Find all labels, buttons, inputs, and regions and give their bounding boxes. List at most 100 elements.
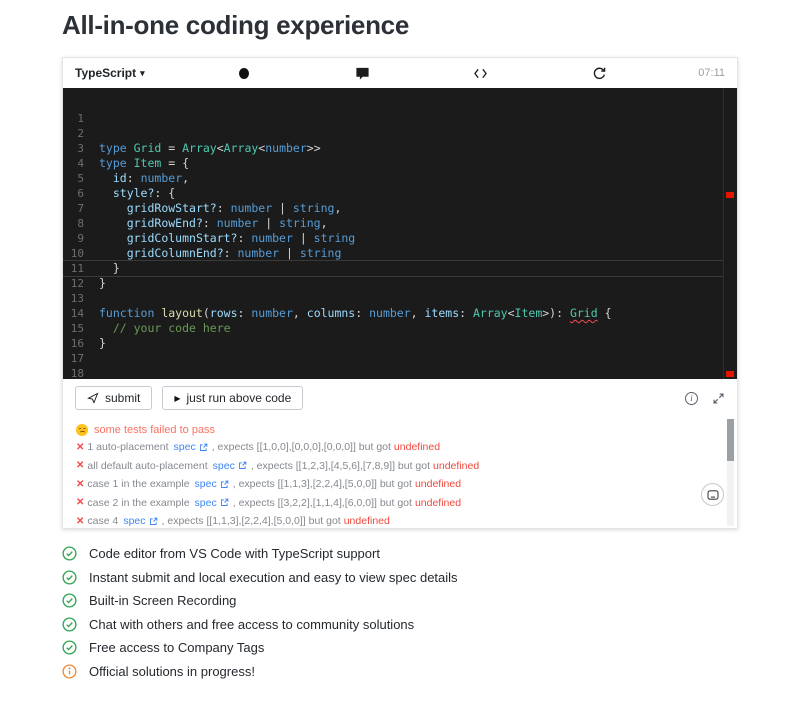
record-dot [239,68,249,79]
test-result-row: ✕case 2 in the examplespec , expects [[3… [76,494,703,513]
line-number: 4 [63,156,99,171]
fail-x-icon: ✕ [76,497,84,508]
got-value: undefined [415,497,461,509]
results-header-text: some tests failed to pass [94,424,215,436]
code-text: } [99,261,120,276]
check-circle-icon [62,640,77,655]
test-result-row: ✕all default auto-placementspec , expect… [76,457,703,476]
feature-item: Code editor from VS Code with TypeScript… [62,542,800,566]
submit-label: submit [105,391,140,405]
feature-item: Built-in Screen Recording [62,589,800,613]
check-circle-icon [62,546,77,561]
feature-list: Code editor from VS Code with TypeScript… [62,542,800,683]
info-icon[interactable]: i [685,392,698,405]
editor-scrollbar[interactable] [723,88,737,379]
refresh-icon[interactable] [591,65,607,81]
code-editor[interactable]: 123type Grid = Array<Array<number>>4type… [63,88,737,379]
refresh-glyph [592,66,607,81]
code-text: } [99,276,106,291]
expand-arrows-glyph [712,392,725,405]
code-text: } [99,336,106,351]
chat-icon[interactable] [354,65,370,81]
code-brackets-glyph [473,67,488,80]
line-number: 15 [63,321,99,336]
external-link-icon [220,498,229,507]
code-text: gridRowStart?: number | string, [99,201,341,216]
feature-item: Official solutions in progress! [62,660,800,684]
fail-x-icon: ✕ [76,516,84,527]
external-link-icon [220,480,229,489]
code-line: 15 // your code here [63,321,737,336]
test-name: 1 auto-placement [87,441,168,453]
spec-link[interactable]: spec [213,460,247,472]
spec-link-label: spec [123,515,145,527]
line-number: 5 [63,171,99,186]
expects-text: , expects [[1,1,3],[2,2,4],[5,0,0]] but … [233,478,412,490]
line-number: 1 [63,111,99,126]
test-name: all default auto-placement [87,460,207,472]
code-line: 3type Grid = Array<Array<number>> [63,141,737,156]
code-line: 17 [63,351,737,366]
send-icon [87,392,99,404]
code-lines: 123type Grid = Array<Array<number>>4type… [63,111,737,379]
error-marker [726,371,734,377]
spec-link[interactable]: spec [195,497,229,509]
line-number: 7 [63,201,99,216]
run-button[interactable]: ▶ just run above code [162,386,303,410]
code-text: gridColumnStart?: number | string [99,231,355,246]
spec-link-label: spec [174,441,196,453]
actions-row: submit ▶ just run above code i [63,379,737,417]
run-label: just run above code [187,391,292,405]
code-line: 4type Item = { [63,156,737,171]
feature-text: Code editor from VS Code with TypeScript… [89,546,380,561]
expects-text: , expects [[3,2,2],[1,1,4],[6,0,0]] but … [233,497,412,509]
test-name: case 1 in the example [87,478,189,490]
spec-link[interactable]: spec [123,515,157,527]
code-line: 12} [63,276,737,291]
feature-item: Free access to Company Tags [62,636,800,660]
spec-link[interactable]: spec [195,478,229,490]
fail-x-icon: ✕ [76,460,84,471]
spec-link[interactable]: spec [174,441,208,453]
check-circle-icon [62,593,77,608]
code-line: 9 gridColumnStart?: number | string [63,231,737,246]
screen-recording-button[interactable] [701,483,724,506]
video-icon [707,490,719,500]
line-number: 14 [63,306,99,321]
got-value: undefined [433,460,479,472]
code-line: 6 style?: { [63,186,737,201]
language-dropdown[interactable]: TypeScript ▾ [75,66,145,80]
code-line: 5 id: number, [63,171,737,186]
got-value: undefined [415,478,461,490]
got-value: undefined [394,441,440,453]
record-icon[interactable] [236,65,252,81]
line-number: 18 [63,366,99,379]
submit-button[interactable]: submit [75,386,152,410]
play-icon: ▶ [174,394,180,403]
code-line: 8 gridRowEnd?: number | string, [63,216,737,231]
test-result-row: ✕case 1 in the examplespec , expects [[1… [76,475,703,494]
line-number: 2 [63,126,99,141]
results-scrollbar-thumb[interactable] [727,419,734,461]
line-number: 16 [63,336,99,351]
error-marker [726,192,734,198]
code-line: 2 [63,126,737,141]
spec-link-label: spec [195,478,217,490]
code-line: 10 gridColumnEnd?: number | string [63,246,737,261]
test-name: case 4 [87,515,118,527]
results-scrollbar [727,419,734,526]
feature-text: Built-in Screen Recording [89,593,236,608]
external-link-icon [238,461,247,470]
feature-text: Free access to Company Tags [89,640,264,655]
code-text: gridColumnEnd?: number | string [99,246,341,261]
fail-x-icon: ✕ [76,442,84,453]
expand-icon[interactable] [712,392,725,405]
code-icon[interactable] [473,65,489,81]
results-header: some tests failed to pass [76,421,703,438]
check-circle-icon [62,570,77,585]
toolbar-icons [145,65,699,81]
line-number: 6 [63,186,99,201]
coding-panel: TypeScript ▾ 07:11 123type Grid = Array<… [62,57,738,529]
test-list: ✕1 auto-placementspec , expects [[1,0,0]… [76,438,703,528]
actions-right: i [685,392,725,405]
